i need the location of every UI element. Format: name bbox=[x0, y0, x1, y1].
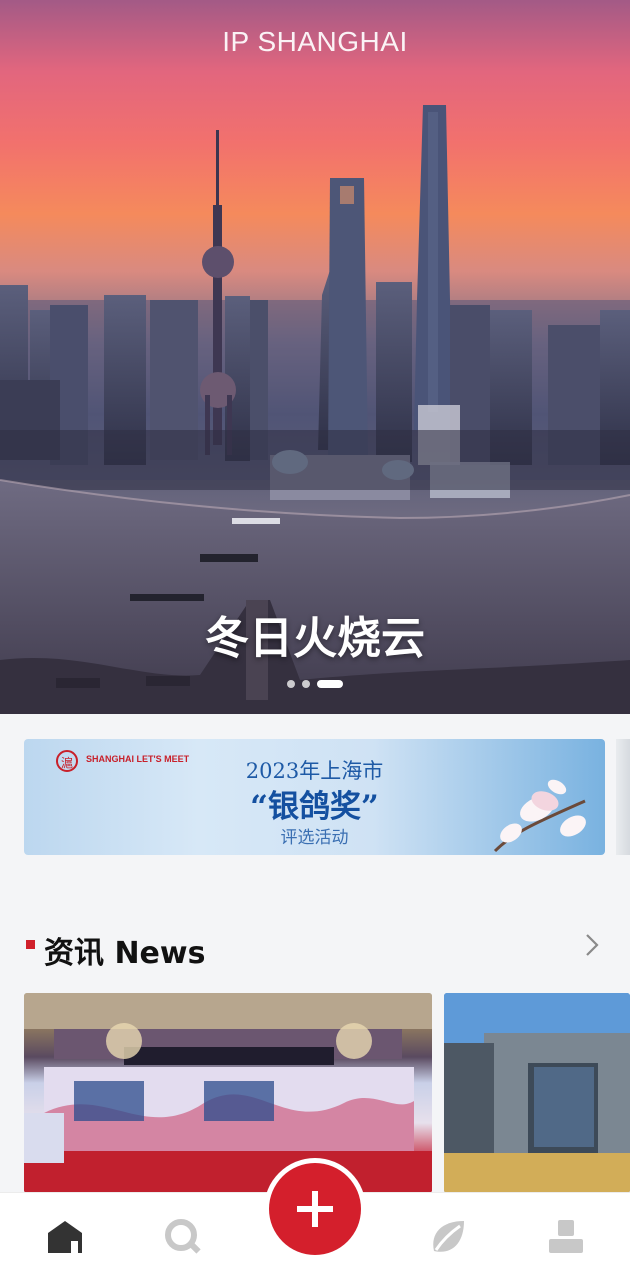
next-banner-peek[interactable] bbox=[616, 739, 630, 855]
hero-carousel[interactable]: IP SHANGHAI 冬日火烧云 bbox=[0, 0, 630, 714]
news-section-header: 资讯 News bbox=[24, 928, 606, 971]
carousel-dot-active[interactable] bbox=[317, 680, 343, 688]
add-button-circle[interactable] bbox=[269, 1163, 361, 1255]
news-image bbox=[444, 993, 630, 1193]
chevron-right-icon[interactable] bbox=[584, 932, 600, 965]
news-image bbox=[24, 993, 432, 1193]
news-section-title: 资讯 News bbox=[44, 936, 206, 971]
carousel-indicator bbox=[0, 680, 630, 690]
news-card[interactable] bbox=[24, 993, 432, 1193]
promo-banner[interactable]: 滬 SHANGHAI LET'S MEET 2023年上海市 “银鸽奖” 评选活… bbox=[24, 739, 605, 855]
search-icon[interactable] bbox=[163, 1217, 203, 1257]
app-title: IP SHANGHAI bbox=[222, 26, 408, 57]
news-card[interactable] bbox=[444, 993, 630, 1193]
add-button[interactable] bbox=[264, 1158, 366, 1260]
carousel-dot[interactable] bbox=[302, 680, 310, 688]
magnolia-flower-icon bbox=[493, 779, 586, 853]
hero-caption: 冬日火烧云 bbox=[205, 613, 425, 664]
leaf-icon[interactable] bbox=[428, 1217, 468, 1257]
home-icon[interactable] bbox=[45, 1217, 85, 1257]
profile-icon[interactable] bbox=[546, 1217, 586, 1257]
section-marker bbox=[26, 940, 35, 949]
plus-icon bbox=[297, 1191, 333, 1227]
carousel-dot[interactable] bbox=[287, 680, 295, 688]
